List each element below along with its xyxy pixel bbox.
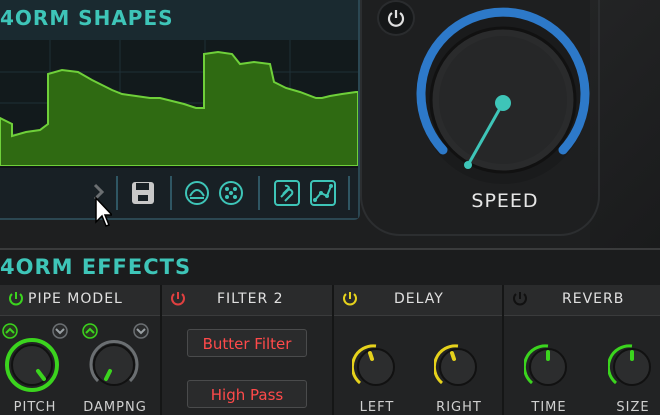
pipe-model-power-icon[interactable] xyxy=(8,291,24,307)
pitch-label: PITCH xyxy=(13,400,57,415)
toolbar-divider xyxy=(348,176,350,210)
delay-module: DELAY LEFT RIGHT xyxy=(332,285,502,415)
reverb-size-knob[interactable] xyxy=(608,343,656,391)
delay-left-label: LEFT xyxy=(359,400,395,415)
shapes-title: 4ORM SHAPES xyxy=(0,6,174,30)
reverb-title: REVERB xyxy=(562,291,625,307)
delay-right-label: RIGHT xyxy=(436,400,482,415)
high-pass-button[interactable]: High Pass xyxy=(187,380,307,408)
speed-label: SPEED xyxy=(471,190,539,212)
save-icon[interactable] xyxy=(130,180,156,206)
filter-2-title: FILTER 2 xyxy=(217,291,284,307)
reverb-power-icon[interactable] xyxy=(512,291,528,307)
damping-label: DAMPNG xyxy=(83,400,147,415)
delay-right-knob[interactable] xyxy=(434,343,482,391)
toolbar-divider xyxy=(170,176,172,210)
delay-power-icon[interactable] xyxy=(342,291,358,307)
damping-knob[interactable] xyxy=(86,337,142,393)
filter-2-module: FILTER 2 Butter Filter High Pass xyxy=(160,285,332,415)
filter-2-power-icon[interactable] xyxy=(170,291,186,307)
node-graph-icon[interactable] xyxy=(310,180,336,206)
pitch-knob[interactable] xyxy=(4,337,60,393)
shapes-toolbar xyxy=(0,168,358,218)
background-texture xyxy=(590,0,660,248)
reverb-size-label: SIZE xyxy=(616,400,650,415)
delay-title: DELAY xyxy=(394,291,444,307)
reverb-time-knob[interactable] xyxy=(524,343,572,391)
curve-shape-icon[interactable] xyxy=(184,180,210,206)
pipe-model-module: PIPE MODEL PITCH DAMPNG xyxy=(0,285,160,415)
pattern-icon[interactable] xyxy=(218,180,244,206)
reverb-time-label: TIME xyxy=(531,400,567,415)
mouse-cursor-icon xyxy=(95,196,112,227)
effects-title: 4ORM EFFECTS xyxy=(0,255,192,279)
waveform-display[interactable] xyxy=(0,40,358,166)
link-icon[interactable] xyxy=(274,180,300,206)
reverb-module: REVERB TIME SIZE xyxy=(502,285,660,415)
delay-left-knob[interactable] xyxy=(352,343,400,391)
power-icon xyxy=(387,10,405,27)
pipe-model-title: PIPE MODEL xyxy=(28,291,123,307)
speed-knob[interactable] xyxy=(405,0,595,200)
toolbar-divider xyxy=(116,176,118,210)
toolbar-divider xyxy=(258,176,260,210)
butter-filter-button[interactable]: Butter Filter xyxy=(187,329,307,357)
effects-divider xyxy=(0,248,660,250)
